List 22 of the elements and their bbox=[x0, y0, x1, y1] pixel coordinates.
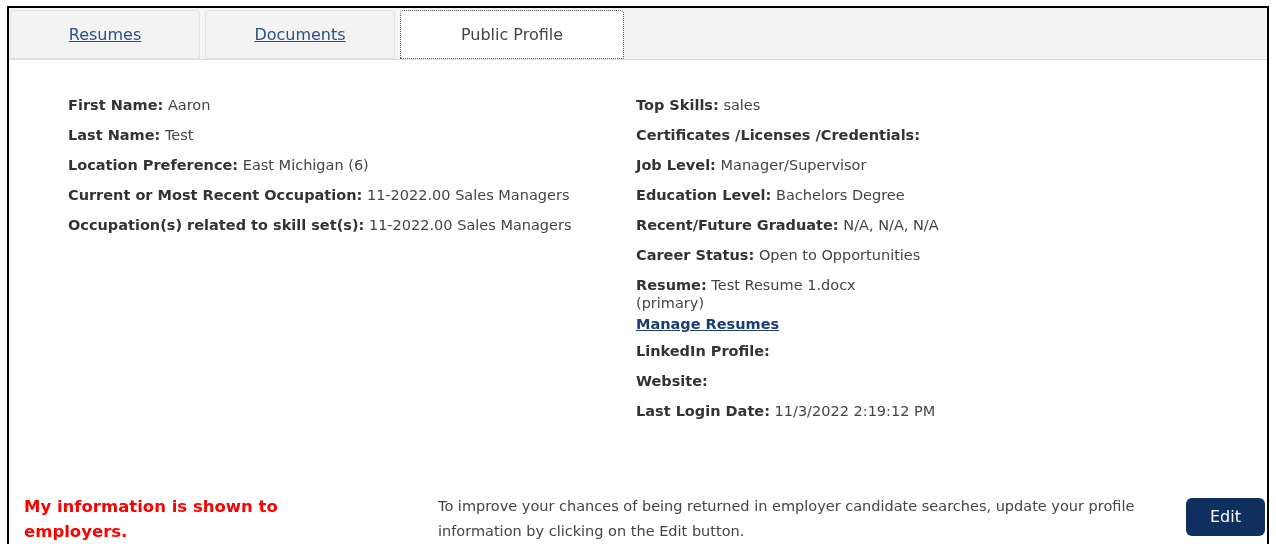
profile-field: Current or Most Recent Occupation: 11-2022.00 Sales Managers bbox=[68, 180, 636, 210]
manage-resumes-link[interactable]: Manage Resumes bbox=[636, 312, 780, 336]
profile-field: Last Name: Test bbox=[68, 120, 636, 150]
tab[interactable]: Public Profile bbox=[400, 10, 624, 59]
profile-field: Top Skills: sales bbox=[636, 90, 939, 120]
edit-button[interactable]: Edit bbox=[1186, 498, 1265, 536]
tab[interactable]: Documents bbox=[205, 10, 395, 59]
profile-field: First Name: Aaron bbox=[68, 90, 636, 120]
edit-hint: To improve your chances of being returned in employer candidate searches, update your profile information by clicking on the Edit button. bbox=[438, 497, 1136, 541]
profile-field: Certificates /Licenses /Credentials: bbox=[636, 120, 939, 150]
tab[interactable]: Resumes bbox=[10, 10, 200, 59]
profile-field: Last Login Date: 11/3/2022 2:19:12 PM bbox=[636, 396, 939, 426]
profile-field: Location Preference: East Michigan (6) bbox=[68, 150, 636, 180]
profile-field: Website: bbox=[636, 366, 939, 396]
profile-field: Education Level: Bachelors Degree bbox=[636, 180, 939, 210]
profile-field: Occupation(s) related to skill set(s): 11-2022.00 Sales Managers bbox=[68, 210, 636, 240]
visibility-status: My information is shown to employers. bbox=[24, 496, 279, 543]
profile-field: Recent/Future Graduate: N/A, N/A, N/A bbox=[636, 210, 939, 240]
profile-field: Career Status: Open to Opportunities bbox=[636, 240, 939, 270]
resume-note: (primary) bbox=[636, 294, 706, 312]
profile-field: LinkedIn Profile: bbox=[636, 336, 939, 366]
profile-field: Job Level: Manager/Supervisor bbox=[636, 150, 939, 180]
